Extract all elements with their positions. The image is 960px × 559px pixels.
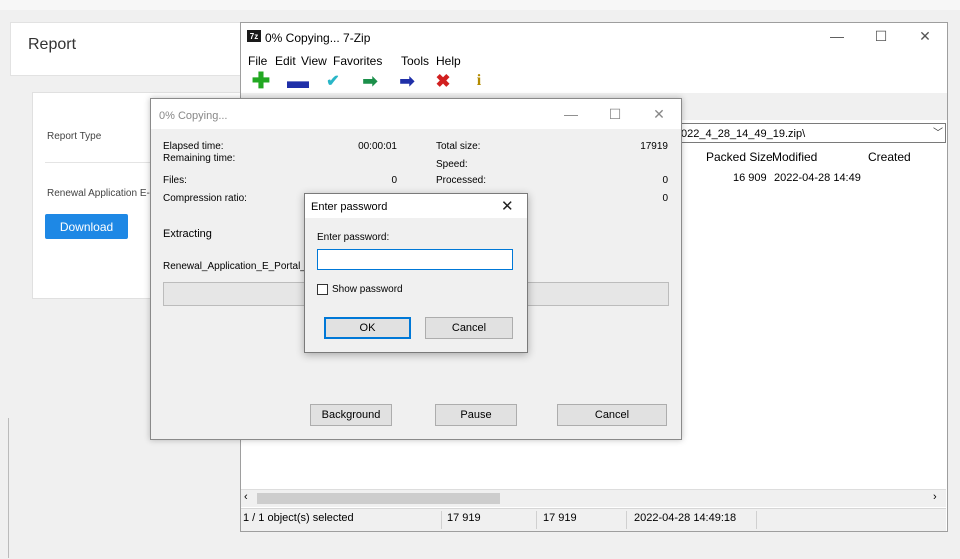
total-size-label: Total size:: [436, 141, 481, 152]
status-divider: [441, 511, 442, 529]
delete-icon[interactable]: ✖: [431, 69, 455, 93]
renewal-application-label: Renewal Application E-: [47, 188, 150, 199]
minimize-button[interactable]: —: [815, 23, 859, 49]
show-password-label[interactable]: Show password: [332, 284, 403, 295]
info-icon[interactable]: i: [467, 69, 491, 93]
menu-help[interactable]: Help: [436, 54, 461, 68]
menubar: File Edit View Favorites Tools Help: [241, 49, 947, 69]
compression-ratio-label: Compression ratio:: [163, 193, 247, 204]
remaining-time-label: Remaining time:: [163, 153, 236, 164]
background-button[interactable]: Background: [310, 404, 392, 426]
sevenzip-logo-icon: 7z: [247, 30, 261, 42]
ok-button[interactable]: OK: [324, 317, 411, 339]
scrollbar-thumb[interactable]: [257, 493, 500, 504]
copy-minimize-button[interactable]: —: [549, 101, 593, 127]
scroll-left-icon[interactable]: ‹: [244, 491, 248, 503]
pause-button[interactable]: Pause: [435, 404, 517, 426]
status-selected: 1 / 1 object(s) selected: [243, 512, 354, 524]
horizontal-scrollbar[interactable]: ‹ ›: [241, 489, 946, 507]
status-divider: [626, 511, 627, 529]
row-packed-size[interactable]: 16 909: [733, 172, 767, 184]
download-button[interactable]: Download: [45, 214, 128, 239]
files-value: 0: [391, 175, 397, 186]
status-divider: [756, 511, 757, 529]
elapsed-time-label: Elapsed time:: [163, 141, 224, 152]
report-type-label: Report Type: [47, 131, 102, 142]
cancel-button[interactable]: Cancel: [425, 317, 513, 339]
elapsed-time-value: 00:00:01: [358, 141, 397, 152]
page-left-rule: [8, 418, 9, 558]
status-bar: 1 / 1 object(s) selected 17 919 17 919 2…: [241, 508, 946, 531]
copy-close-button[interactable]: ✕: [637, 101, 681, 127]
toolbar: ✚ ▬ ✔ ➡ ➡ ✖ i: [241, 68, 947, 93]
copy-icon[interactable]: ➡: [358, 69, 382, 93]
password-titlebar[interactable]: Enter password ✕: [305, 194, 527, 218]
path-combobox[interactable]: 022_4_28_14_49_19.zip\ ﹀: [678, 123, 946, 143]
status-size: 17 919: [447, 512, 481, 524]
current-filename: Renewal_Application_E_Portal_: [163, 261, 306, 272]
move-icon[interactable]: ➡: [395, 69, 419, 93]
operation-label: Extracting: [163, 228, 212, 240]
packed-value: 0: [662, 193, 668, 204]
password-dialog-title: Enter password: [311, 201, 388, 213]
add-icon[interactable]: ✚: [249, 68, 273, 93]
extract-icon[interactable]: ▬: [286, 68, 310, 93]
row-modified[interactable]: 2022-04-28 14:49: [774, 172, 861, 184]
scroll-right-icon[interactable]: ›: [933, 491, 937, 503]
copy-maximize-button[interactable]: ☐: [593, 101, 637, 127]
status-packed: 17 919: [543, 512, 577, 524]
processed-value: 0: [662, 175, 668, 186]
test-icon[interactable]: ✔: [321, 69, 345, 93]
status-divider: [536, 511, 537, 529]
page-title: Report: [28, 36, 77, 53]
menu-view[interactable]: View: [301, 54, 327, 68]
status-date: 2022-04-28 14:49:18: [634, 512, 737, 524]
close-icon[interactable]: ✕: [501, 197, 514, 215]
browser-top-strip: [0, 0, 960, 10]
copying-titlebar[interactable]: 0% Copying... — ☐ ✕: [151, 99, 681, 129]
close-button[interactable]: ✕: [903, 23, 947, 49]
cancel-copy-button[interactable]: Cancel: [557, 404, 667, 426]
column-packed-size[interactable]: Packed Size: [706, 150, 773, 164]
chevron-down-icon[interactable]: ﹀: [933, 124, 943, 144]
menu-favorites[interactable]: Favorites: [333, 54, 382, 68]
password-dialog: Enter password ✕ Enter password: Show pa…: [304, 193, 528, 353]
files-label: Files:: [163, 175, 187, 186]
column-modified[interactable]: Modified: [772, 150, 817, 164]
path-text: 022_4_28_14_49_19.zip\: [681, 128, 806, 140]
password-prompt-label: Enter password:: [317, 232, 390, 243]
menu-tools[interactable]: Tools: [401, 54, 429, 68]
menu-file[interactable]: File: [248, 54, 267, 68]
maximize-button[interactable]: ☐: [859, 23, 903, 49]
processed-label: Processed:: [436, 175, 487, 186]
menu-edit[interactable]: Edit: [275, 54, 296, 68]
show-password-checkbox[interactable]: [317, 284, 328, 295]
column-created[interactable]: Created: [868, 150, 911, 164]
total-size-value: 17919: [640, 141, 668, 152]
password-input[interactable]: [317, 249, 513, 270]
sevenzip-titlebar[interactable]: 7z 0% Copying... 7-Zip — ☐ ✕: [241, 23, 947, 49]
sevenzip-window-title: 0% Copying... 7-Zip: [265, 31, 371, 45]
speed-label: Speed:: [436, 159, 468, 170]
copying-dialog-title: 0% Copying...: [159, 110, 228, 122]
